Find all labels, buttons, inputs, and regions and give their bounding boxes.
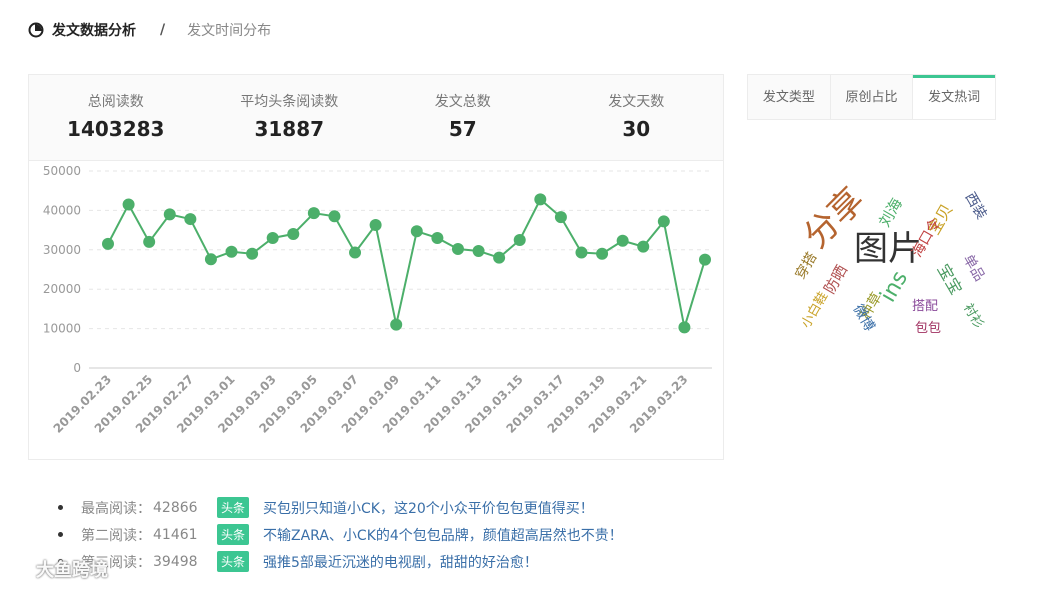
data-point bbox=[596, 247, 609, 260]
data-point bbox=[225, 245, 238, 258]
stat-avg-headline-reads: 平均头条阅读数 31887 bbox=[203, 75, 377, 160]
pie-chart-icon bbox=[28, 22, 44, 38]
article-title-link[interactable]: 买包别只知道小CK，这20个小众平价包包更值得买！ bbox=[263, 498, 594, 518]
breadcrumb-subpage: 发文时间分布 bbox=[187, 23, 272, 39]
data-point bbox=[349, 246, 362, 259]
data-point bbox=[513, 233, 526, 246]
data-point bbox=[534, 193, 547, 206]
tab-bar: 发文类型 原创占比 发文热词 bbox=[747, 74, 996, 120]
stat-post-days: 发文天数 30 bbox=[550, 75, 724, 160]
y-tick-label: 40000 bbox=[43, 203, 81, 217]
stat-value: 31887 bbox=[254, 117, 325, 141]
stat-total-reads: 总阅读数 1403283 bbox=[29, 75, 203, 160]
data-point bbox=[493, 251, 506, 264]
stat-label: 发文总数 bbox=[434, 94, 491, 110]
list-item: 第三阅读： 39498 头条 强推5部最近沉迷的电视剧，甜甜的好治愈！ bbox=[58, 548, 623, 575]
stat-value: 1403283 bbox=[67, 117, 165, 141]
data-point bbox=[184, 213, 197, 226]
data-point bbox=[287, 228, 300, 241]
word-cloud-word: 单品 bbox=[960, 252, 988, 284]
series-line bbox=[107, 197, 706, 328]
data-point bbox=[328, 210, 341, 223]
y-tick-label: 0 bbox=[73, 361, 81, 375]
stat-label: 发文天数 bbox=[608, 94, 665, 110]
stat-post-count: 发文总数 57 bbox=[376, 75, 550, 160]
watermark-text: 大鱼跨境 bbox=[36, 560, 108, 581]
data-point bbox=[163, 208, 176, 221]
data-point bbox=[575, 246, 588, 259]
word-cloud-word: 包包 bbox=[915, 321, 941, 336]
word-cloud-word: 小白鞋 bbox=[798, 289, 831, 331]
tab-original-ratio[interactable]: 原创占比 bbox=[831, 75, 914, 119]
reads-line-chart: 010000200003000040000500002019.02.232019… bbox=[43, 164, 712, 436]
data-point bbox=[390, 318, 403, 331]
word-cloud-word: 防晒 bbox=[820, 262, 851, 297]
word-cloud: 分享图片ins刘海 宝贝 西装海口令穿搭 防晒 单品宝宝种草小白鞋 微博 搭配 衬衫包包 bbox=[793, 180, 990, 336]
data-point bbox=[369, 218, 382, 231]
rank-reads: 39498 bbox=[153, 553, 198, 570]
data-point bbox=[307, 207, 320, 220]
data-point bbox=[657, 215, 670, 228]
headline-badge: 头条 bbox=[217, 497, 250, 518]
word-cloud-word: 搭配 bbox=[912, 298, 938, 314]
data-point bbox=[102, 237, 114, 250]
y-tick-label: 20000 bbox=[43, 282, 81, 296]
word-cloud-word: 穿搭 bbox=[793, 250, 821, 282]
tab-post-type[interactable]: 发文类型 bbox=[748, 75, 831, 119]
data-point bbox=[699, 253, 711, 266]
word-cloud-word: 宝宝 bbox=[934, 261, 966, 298]
watermark: 大鱼跨境 bbox=[8, 556, 108, 582]
data-point bbox=[678, 321, 691, 334]
rank-label: 最高阅读： bbox=[81, 500, 151, 517]
data-point bbox=[554, 211, 567, 224]
watermark-logo-icon bbox=[9, 559, 35, 579]
list-item: 最高阅读： 42866 头条 买包别只知道小CK，这20个小众平价包包更值得买！ bbox=[58, 494, 623, 521]
article-title-link[interactable]: 强推5部最近沉迷的电视剧，甜甜的好治愈！ bbox=[263, 552, 538, 572]
stats-row: 总阅读数 1403283 平均头条阅读数 31887 发文总数 57 发文天数 … bbox=[29, 75, 723, 161]
breadcrumb: 发文数据分析 / 发文时间分布 bbox=[28, 18, 271, 42]
list-item: 第二阅读： 41461 头条 不输ZARA、小CK的4个包包品牌，颜值超高居然也… bbox=[58, 521, 623, 548]
rank-reads: 41461 bbox=[153, 526, 198, 543]
stats-chart-panel: 总阅读数 1403283 平均头条阅读数 31887 发文总数 57 发文天数 … bbox=[28, 74, 724, 460]
word-cloud-word: 西装 bbox=[962, 190, 990, 222]
data-point bbox=[204, 253, 217, 266]
stat-label: 总阅读数 bbox=[87, 94, 144, 110]
top-articles-list: 最高阅读： 42866 头条 买包别只知道小CK，这20个小众平价包包更值得买！… bbox=[58, 494, 623, 575]
data-point bbox=[616, 234, 629, 247]
stat-value: 57 bbox=[448, 117, 477, 141]
article-title-link[interactable]: 不输ZARA、小CK的4个包包品牌，颜值超高居然也不贵！ bbox=[263, 525, 623, 545]
bullet bbox=[58, 505, 63, 510]
headline-badge: 头条 bbox=[217, 524, 250, 545]
data-point bbox=[431, 231, 444, 244]
y-tick-label: 30000 bbox=[43, 243, 81, 257]
data-point bbox=[266, 231, 279, 244]
stat-label: 平均头条阅读数 bbox=[240, 94, 339, 110]
rank-reads: 42866 bbox=[153, 499, 198, 516]
y-tick-label: 10000 bbox=[43, 322, 81, 336]
breadcrumb-current[interactable]: 发文数据分析 bbox=[52, 20, 136, 40]
rank-label: 第二阅读： bbox=[81, 527, 151, 544]
data-point bbox=[246, 247, 259, 260]
data-point bbox=[410, 225, 423, 238]
data-point bbox=[637, 240, 650, 253]
y-tick-label: 50000 bbox=[43, 164, 81, 178]
word-cloud-word: 刘海 bbox=[875, 195, 906, 230]
stat-value: 30 bbox=[622, 117, 651, 141]
breadcrumb-separator: / bbox=[160, 22, 166, 38]
word-cloud-word: 衬衫 bbox=[960, 301, 986, 331]
tab-hot-words[interactable]: 发文热词 bbox=[913, 75, 996, 119]
data-point bbox=[472, 244, 485, 257]
data-point bbox=[451, 243, 464, 256]
headline-badge: 头条 bbox=[217, 551, 250, 572]
data-point bbox=[122, 198, 135, 211]
data-point bbox=[143, 235, 156, 248]
bullet bbox=[58, 532, 63, 537]
